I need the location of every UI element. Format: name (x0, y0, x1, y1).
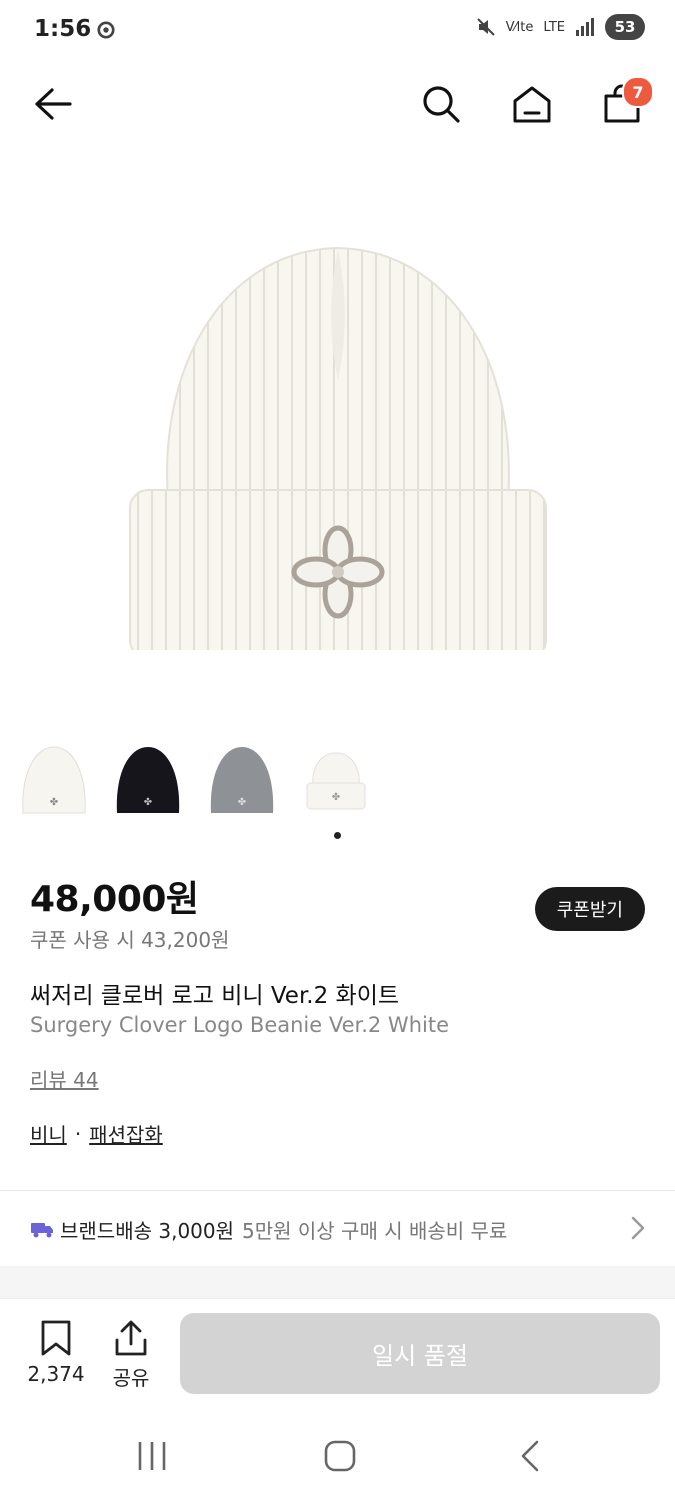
svg-text:✤: ✤ (144, 797, 152, 808)
thumbnail-white-cuff[interactable]: ✤ (300, 742, 372, 818)
search-button[interactable] (417, 80, 465, 128)
back-button[interactable] (28, 80, 76, 128)
mute-icon (476, 18, 495, 36)
category-link-beanie[interactable]: 비니 (30, 1119, 67, 1148)
reviews-link[interactable]: 리뷰 44 (30, 1064, 99, 1093)
signal-icon (576, 18, 594, 36)
back-nav-icon[interactable] (515, 1436, 545, 1476)
cart-button[interactable]: 7 (598, 76, 654, 128)
shipping-fee-label: 브랜드배송 3,000원 (60, 1218, 235, 1243)
thumbnail-gray[interactable]: ✤ (206, 742, 278, 818)
cart-count-badge: 7 (622, 76, 654, 108)
product-main-image[interactable] (0, 150, 675, 710)
bookmark-count: 2,374 (27, 1362, 85, 1386)
coupon-price: 쿠폰 사용 시 43,200원 (30, 928, 230, 952)
home-nav-icon[interactable] (322, 1436, 358, 1476)
beanie-gray-thumbnail: ✤ (210, 747, 274, 813)
sold-out-button[interactable]: 일시 품절 (180, 1313, 660, 1394)
arrow-left-icon (35, 88, 72, 120)
get-coupon-button[interactable]: 쿠폰받기 (534, 887, 645, 931)
truck-icon (31, 1223, 53, 1238)
thumbnail-strip: ✤ ✤ ✤ ✤ (18, 742, 372, 818)
home-icon (513, 86, 551, 123)
shipping-info-row[interactable]: 브랜드배송 3,000원 5만원 이상 구매 시 배송비 무료 (0, 1192, 675, 1266)
beanie-image (128, 246, 547, 650)
thumbnail-black[interactable]: ✤ (112, 742, 184, 818)
share-button[interactable]: 공유 (106, 1320, 156, 1391)
svg-text:✤: ✤ (238, 797, 246, 808)
share-icon (115, 1320, 147, 1356)
home-button[interactable] (508, 80, 556, 128)
category-separator: · (74, 1121, 82, 1146)
thumbnail-white[interactable]: ✤ (18, 742, 90, 818)
chevron-right-icon (631, 1216, 645, 1240)
beanie-white-thumbnail: ✤ (22, 746, 86, 814)
bookmark-button[interactable]: 2,374 (27, 1320, 85, 1386)
beanie-black-thumbnail: ✤ (116, 747, 180, 813)
section-spacer (0, 1266, 675, 1300)
status-indicators: V⁄lte LTE 53 (476, 14, 645, 40)
beanie-cuff-thumbnail: ✤ (306, 752, 366, 810)
svg-text:✤: ✤ (50, 797, 58, 808)
category-link-accessories[interactable]: 패션잡화 (89, 1119, 163, 1148)
search-icon (423, 86, 460, 123)
battery-icon: 53 (605, 14, 645, 40)
svg-text:✤: ✤ (332, 792, 340, 803)
product-price: 48,000원 (30, 879, 199, 920)
status-time: 1:56 (34, 16, 92, 42)
bookmark-icon (41, 1320, 71, 1356)
free-shipping-note: 5만원 이상 구매 시 배송비 무료 (242, 1218, 508, 1243)
product-title-korean: 써저리 클로버 로고 비니 Ver.2 화이트 (30, 983, 400, 1009)
pagination-dot (334, 832, 341, 839)
divider (0, 1190, 675, 1191)
chrome-icon (97, 21, 115, 39)
volte-label: V⁄lte (505, 19, 534, 35)
product-title-english: Surgery Clover Logo Beanie Ver.2 White (30, 1013, 449, 1037)
network-label: LTE (543, 19, 565, 35)
category-breadcrumb: 비니 · 패션잡화 (30, 1119, 163, 1148)
recent-apps-icon[interactable] (136, 1436, 168, 1476)
share-label: 공유 (112, 1366, 150, 1390)
